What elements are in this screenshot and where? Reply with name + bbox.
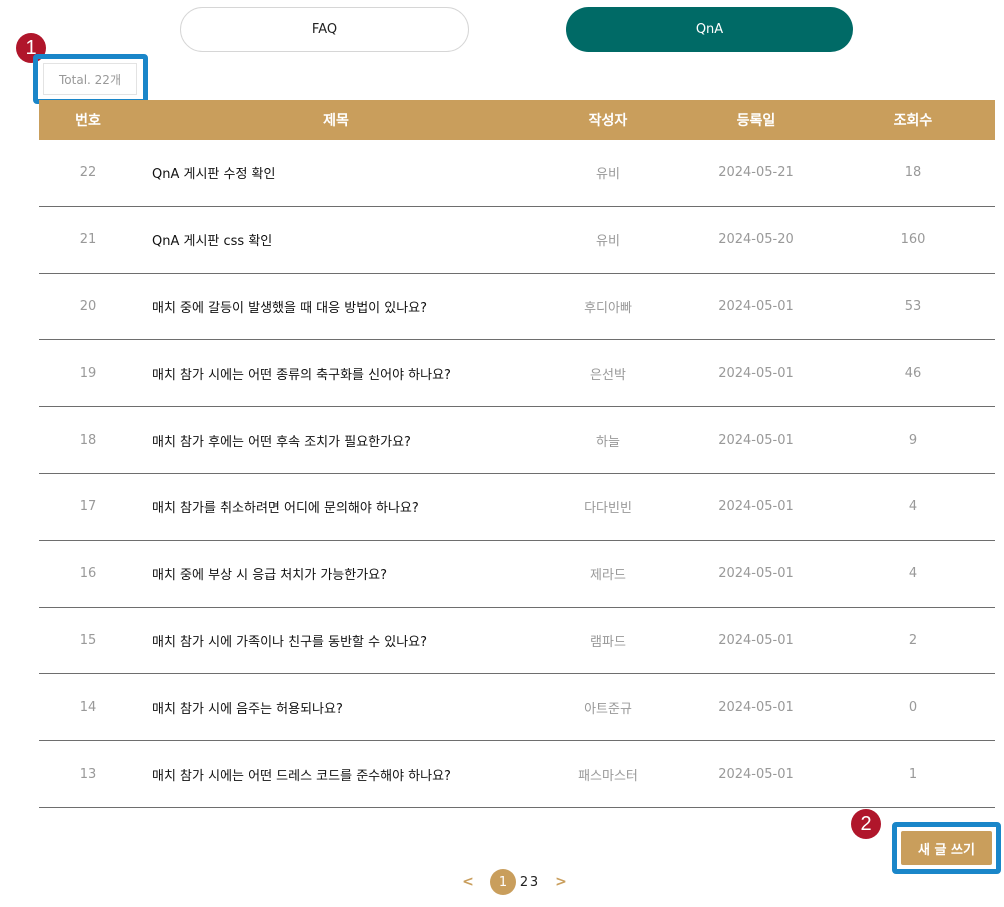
total-count: Total. 22개 (43, 63, 137, 95)
row-number: 18 (79, 432, 97, 448)
row-author: 후디아빠 (584, 300, 632, 316)
row-date: 2024-05-01 (718, 432, 794, 448)
table-row[interactable]: 20 매치 중에 갈등이 발생했을 때 대응 방법이 있나요? 후디아빠 2024-0… (39, 274, 995, 341)
table-body: 22 QnA 게시판 수정 확인 유비 2024-05-21 18 21 QnA 게시판 c… (39, 140, 995, 808)
annotation-badge-2: 2 (851, 809, 881, 839)
header-author: 작성자 (588, 113, 628, 129)
pagination: < 1 2 3 > (460, 869, 569, 895)
table-row[interactable]: 22 QnA 게시판 수정 확인 유비 2024-05-21 18 (39, 140, 995, 207)
table-row[interactable]: 18 매치 참가 후에는 어떤 후속 조치가 필요한가요? 하늘 2024-05-01… (39, 407, 995, 474)
row-number: 21 (79, 232, 97, 248)
row-views: 0 (908, 699, 918, 715)
row-views: 46 (904, 365, 922, 381)
table-row[interactable]: 21 QnA 게시판 css 확인 유비 2024-05-20 160 (39, 207, 995, 274)
table-row[interactable]: 15 매치 참가 시에 가족이나 친구를 동반할 수 있나요? 램파드 2024-05… (39, 608, 995, 675)
row-number: 19 (79, 365, 97, 381)
row-views: 53 (904, 298, 922, 314)
table-row[interactable]: 16 매치 중에 부상 시 응급 처치가 가능한가요? 제라드 2024-05-01 4 (39, 541, 995, 608)
row-date: 2024-05-01 (718, 566, 794, 582)
row-author: 다다빈빈 (584, 501, 632, 517)
row-views: 160 (900, 232, 926, 248)
row-author: 은선박 (590, 367, 626, 383)
row-views: 18 (904, 165, 922, 181)
row-number: 20 (79, 298, 97, 314)
header-number: 번호 (75, 113, 101, 129)
write-post-button[interactable]: 새 글 쓰기 (901, 831, 992, 865)
row-author: 유비 (596, 167, 620, 183)
row-date: 2024-05-20 (718, 232, 794, 248)
row-number: 13 (79, 766, 97, 782)
row-date: 2024-05-01 (718, 499, 794, 515)
row-number: 16 (79, 566, 97, 582)
row-author: 패스마스터 (578, 768, 638, 784)
prev-page-button[interactable]: < (460, 874, 476, 890)
table-row[interactable]: 17 매치 참가를 취소하려면 어디에 문의해야 하나요? 다다빈빈 2024-05-… (39, 474, 995, 541)
row-title-link[interactable]: 매치 참가 시에 음주는 허용되나요? (152, 674, 552, 740)
table-row[interactable]: 13 매치 참가 시에는 어떤 드레스 코드를 준수해야 하나요? 패스마스터 202… (39, 741, 995, 808)
row-author: 하늘 (596, 434, 620, 450)
row-views: 2 (908, 632, 918, 648)
row-author: 램파드 (590, 634, 626, 650)
tab-faq[interactable]: FAQ (180, 7, 469, 52)
table-row[interactable]: 14 매치 참가 시에 음주는 허용되나요? 아트준규 2024-05-01 0 (39, 674, 995, 742)
row-date: 2024-05-01 (718, 632, 794, 648)
row-title-link[interactable]: 매치 참가 시에 가족이나 친구를 동반할 수 있나요? (152, 608, 552, 674)
row-date: 2024-05-01 (718, 766, 794, 782)
table-header: 번호 제목 작성자 등록일 조회수 (39, 100, 995, 140)
tab-qna[interactable]: QnA (566, 7, 853, 52)
row-number: 22 (79, 165, 97, 181)
row-views: 9 (908, 432, 918, 448)
header-views: 조회수 (893, 113, 933, 129)
page-2-button[interactable]: 2 (519, 875, 529, 890)
row-number: 15 (79, 632, 97, 648)
row-title-link[interactable]: 매치 참가 시에는 어떤 드레스 코드를 준수해야 하나요? (152, 741, 552, 807)
row-date: 2024-05-21 (718, 165, 794, 181)
row-number: 17 (79, 499, 97, 515)
row-author: 유비 (596, 234, 620, 250)
header-title: 제목 (323, 113, 349, 129)
page-1-button[interactable]: 1 (490, 869, 516, 895)
row-date: 2024-05-01 (718, 699, 794, 715)
row-title-link[interactable]: QnA 게시판 css 확인 (152, 207, 552, 273)
row-date: 2024-05-01 (718, 365, 794, 381)
row-title-link[interactable]: 매치 참가를 취소하려면 어디에 문의해야 하나요? (152, 474, 552, 540)
row-views: 4 (908, 499, 918, 515)
table-row[interactable]: 19 매치 참가 시에는 어떤 종류의 축구화를 신어야 하나요? 은선박 2024-… (39, 340, 995, 408)
next-page-button[interactable]: > (553, 874, 569, 890)
row-title-link[interactable]: 매치 중에 갈등이 발생했을 때 대응 방법이 있나요? (152, 274, 552, 340)
row-title-link[interactable]: 매치 참가 후에는 어떤 후속 조치가 필요한가요? (152, 407, 552, 473)
row-date: 2024-05-01 (718, 298, 794, 314)
row-title-link[interactable]: QnA 게시판 수정 확인 (152, 140, 552, 206)
row-title-link[interactable]: 매치 중에 부상 시 응급 처치가 가능한가요? (152, 541, 552, 607)
header-date: 등록일 (736, 113, 776, 129)
row-author: 아트준규 (584, 701, 632, 717)
row-title-link[interactable]: 매치 참가 시에는 어떤 종류의 축구화를 신어야 하나요? (152, 340, 552, 406)
row-views: 4 (908, 566, 918, 582)
page-3-button[interactable]: 3 (529, 875, 539, 890)
row-views: 1 (908, 766, 918, 782)
row-number: 14 (79, 699, 97, 715)
row-author: 제라드 (590, 568, 626, 584)
